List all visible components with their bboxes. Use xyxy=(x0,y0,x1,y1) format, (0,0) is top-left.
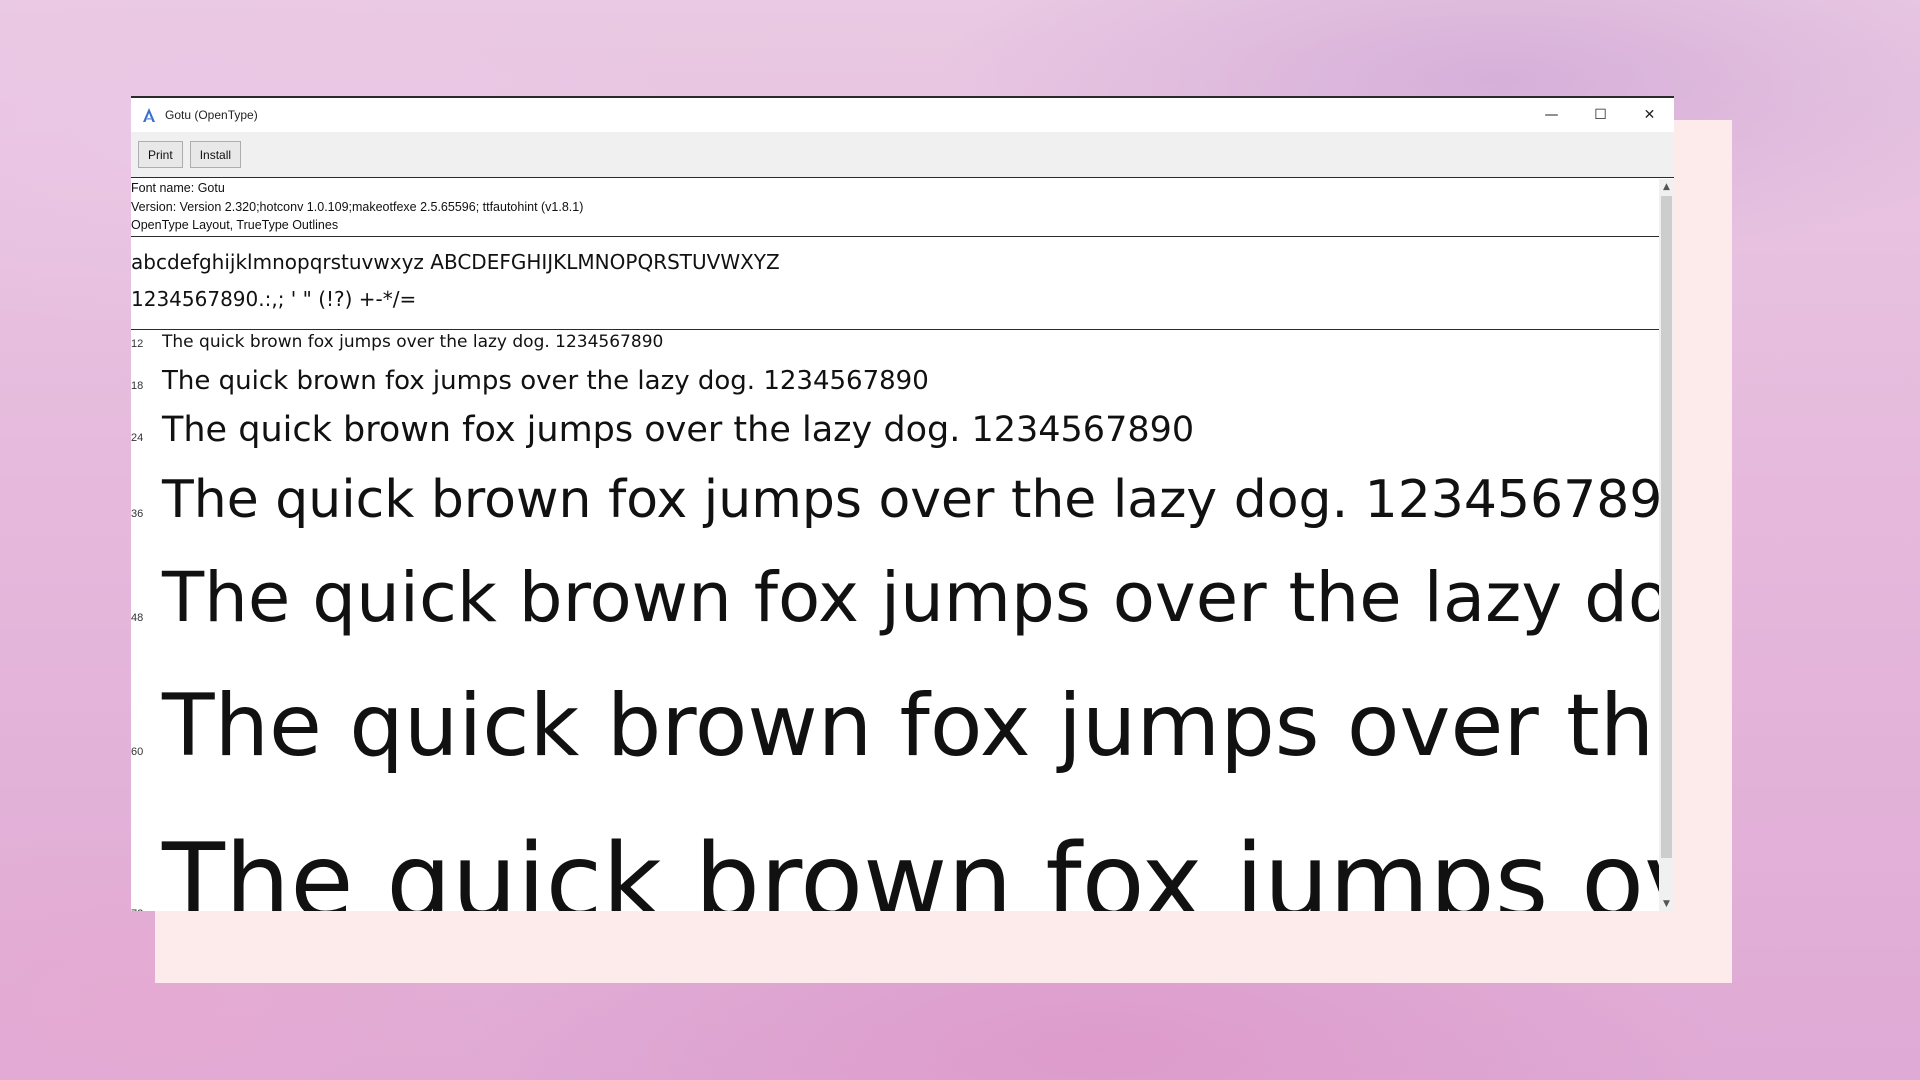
sample-row-24: 24 The quick brown fox jumps over the la… xyxy=(131,410,1659,470)
font-app-icon xyxy=(141,107,157,123)
charset-letters: abcdefghijklmnopqrstuvwxyz ABCDEFGHIJKLM… xyxy=(131,250,780,274)
sample-list: 12 The quick brown fox jumps over the la… xyxy=(131,330,1659,911)
size-label: 72 xyxy=(131,908,162,911)
close-icon[interactable]: ✕ xyxy=(1625,98,1674,132)
maximize-icon[interactable]: ☐ xyxy=(1576,98,1625,132)
vertical-scrollbar[interactable]: ▲ ▼ xyxy=(1659,179,1674,911)
sample-row-18: 18 The quick brown fox jumps over the la… xyxy=(131,366,1659,410)
size-label: 60 xyxy=(131,746,144,758)
sample-row-48: 48 The quick brown fox jumps over the la… xyxy=(131,558,1659,676)
title-bar[interactable]: Gotu (OpenType) — ☐ ✕ xyxy=(131,98,1674,132)
minimize-icon[interactable]: — xyxy=(1527,98,1576,132)
sample-text: The quick brown fox jumps over the lazy … xyxy=(162,410,1195,450)
font-name-line: Font name: Gotu xyxy=(131,181,225,195)
font-info: Font name: Gotu Version: Version 2.320;h… xyxy=(131,179,1659,237)
size-label: 36 xyxy=(131,508,144,520)
font-version-line: Version: Version 2.320;hotconv 1.0.109;m… xyxy=(131,199,584,214)
sample-text: The quick brown fox jumps over the lazy … xyxy=(162,332,664,352)
install-button[interactable]: Install xyxy=(189,141,242,168)
sample-text: The quick brown fox jumps over the lazy … xyxy=(162,470,1659,530)
font-preview-area[interactable]: Font name: Gotu Version: Version 2.320;h… xyxy=(131,179,1659,911)
toolbar: Print Install xyxy=(131,132,1674,178)
font-outlines-line: OpenType Layout, TrueType Outlines xyxy=(131,218,339,232)
size-label: 48 xyxy=(131,612,144,624)
sample-row-72: 72 The quick brown fox jumps over the la… xyxy=(131,822,1659,911)
sample-text: The quick brown fox jumps over the lazy … xyxy=(162,366,929,396)
sample-row-12: 12 The quick brown fox jumps over the la… xyxy=(131,332,1659,366)
scroll-up-icon[interactable]: ▲ xyxy=(1659,179,1674,194)
size-label: 12 xyxy=(131,338,144,350)
window-controls: — ☐ ✕ xyxy=(1527,98,1674,132)
size-label: 18 xyxy=(131,380,144,392)
sample-text: The quick brown fox jumps over the lazy … xyxy=(162,822,1659,911)
charset-digits-symbols: 1234567890.:,; ' " (!?) +-*/= xyxy=(131,287,417,311)
window-title: Gotu (OpenType) xyxy=(165,108,258,122)
scroll-thumb[interactable] xyxy=(1661,196,1672,858)
size-label: 24 xyxy=(131,432,144,444)
scroll-down-icon[interactable]: ▼ xyxy=(1659,896,1674,911)
sample-row-36: 36 The quick brown fox jumps over the la… xyxy=(131,470,1659,558)
character-set: abcdefghijklmnopqrstuvwxyz ABCDEFGHIJKLM… xyxy=(131,237,1659,330)
sample-text: The quick brown fox jumps over the lazy … xyxy=(162,558,1659,638)
print-button[interactable]: Print xyxy=(138,141,183,168)
sample-text: The quick brown fox jumps over the lazy … xyxy=(162,676,1659,776)
font-viewer-window: Gotu (OpenType) — ☐ ✕ Print Install Font… xyxy=(131,96,1674,911)
sample-row-60: 60 The quick brown fox jumps over the la… xyxy=(131,676,1659,822)
